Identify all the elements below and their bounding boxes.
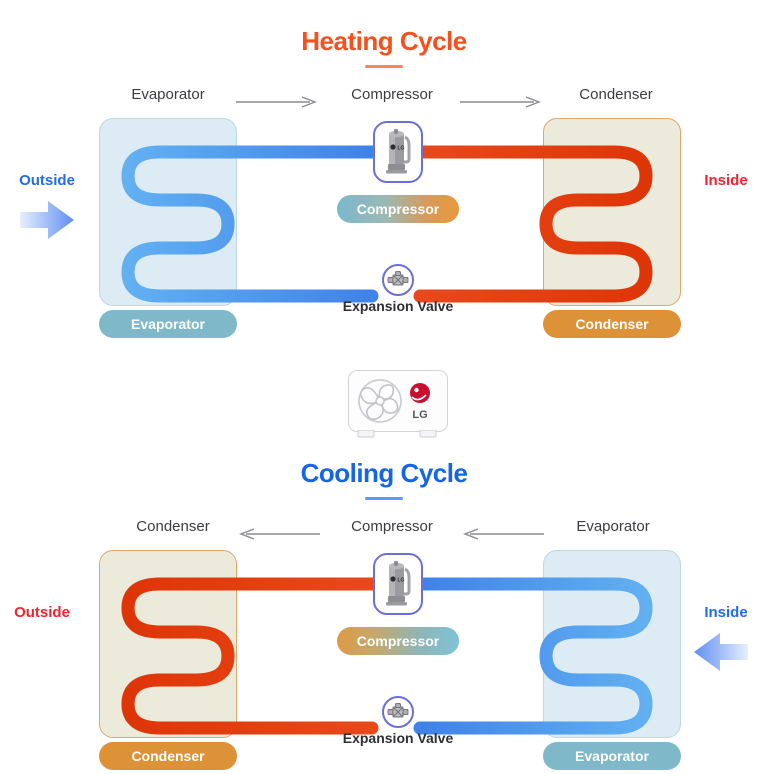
cooling-expansion-valve-caption: Expansion Valve <box>342 730 454 746</box>
heating-diagram-canvas: LG Compressor Expansion Valve Evaporator… <box>0 110 768 362</box>
cooling-compressor-pill: Compressor <box>337 627 459 655</box>
cooling-diagram-canvas: LG Compressor Expansion Valve Condenser … <box>0 542 768 774</box>
heating-flow-label-row: Evaporator Compressor Condenser <box>0 86 768 110</box>
cooling-flow-label-3: Evaporator <box>576 518 650 535</box>
outdoor-unit-feet <box>357 430 437 438</box>
cooling-flow-arrow-2 <box>462 528 544 540</box>
cooling-condenser-pill: Condenser <box>99 742 237 770</box>
svg-text:LG: LG <box>398 578 405 584</box>
cooling-inside-label: Inside <box>704 604 748 621</box>
cooling-cycle-section: Cooling Cycle Condenser Compressor Evapo… <box>0 448 768 774</box>
heating-title-underline <box>365 65 403 68</box>
outdoor-unit-fan-icon: LG <box>358 379 430 423</box>
heating-condenser-pill: Condenser <box>543 310 681 338</box>
heating-outside-label: Outside <box>19 172 75 189</box>
cooling-flow-arrow-1 <box>238 528 320 540</box>
heating-inside-label: Inside <box>704 172 748 189</box>
heating-cycle-section: Heating Cycle Evaporator Compressor Cond… <box>0 0 768 448</box>
cooling-outside-label: Outside <box>14 604 70 621</box>
heating-cycle-title: Heating Cycle <box>301 26 467 56</box>
outdoor-unit: LG <box>348 370 448 432</box>
cooling-inside-arrow-icon <box>692 630 750 674</box>
heating-compressor-badge[interactable]: LG <box>373 121 423 183</box>
heating-evaporator-pill: Evaporator <box>99 310 237 338</box>
heating-expansion-valve-badge[interactable] <box>382 264 414 296</box>
cooling-flow-label-row: Condenser Compressor Evaporator <box>0 518 768 542</box>
cooling-compressor-badge[interactable]: LG <box>373 553 423 615</box>
heating-compressor-pill: Compressor <box>337 195 459 223</box>
cooling-title-underline <box>365 497 403 500</box>
heating-flow-arrow-2 <box>460 96 542 108</box>
cooling-flow-label-1: Condenser <box>136 518 210 535</box>
heating-flow-label-1: Evaporator <box>131 86 205 103</box>
cooling-flow-label-2: Compressor <box>351 518 433 535</box>
compressor-icon: LG <box>386 561 411 606</box>
expansion-valve-icon <box>387 703 409 718</box>
svg-text:LG: LG <box>412 409 427 421</box>
svg-text:LG: LG <box>398 146 405 152</box>
cooling-evaporator-pill: Evaporator <box>543 742 681 770</box>
cooling-expansion-valve-badge[interactable] <box>382 696 414 728</box>
heating-flow-label-3: Condenser <box>579 86 653 103</box>
expansion-valve-icon <box>387 271 409 286</box>
heating-outside-arrow-icon <box>18 198 76 242</box>
cooling-cycle-title: Cooling Cycle <box>300 458 468 488</box>
outdoor-unit-wrapper: LG <box>0 362 768 448</box>
compressor-icon: LG <box>386 129 411 174</box>
heating-flow-label-2: Compressor <box>351 86 433 103</box>
heating-expansion-valve-caption: Expansion Valve <box>342 298 454 314</box>
heating-flow-arrow-1 <box>236 96 318 108</box>
